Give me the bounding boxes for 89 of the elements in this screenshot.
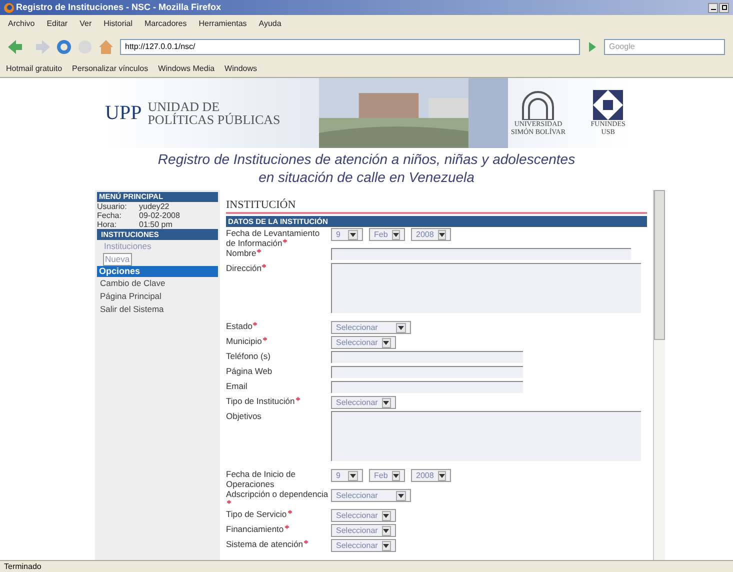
text-field[interactable]: [331, 248, 631, 260]
dropdown-arrow-icon: [438, 230, 446, 240]
select-field[interactable]: 9: [331, 228, 363, 241]
dropdown-arrow-icon: [348, 230, 358, 240]
select-field[interactable]: 9: [331, 469, 363, 482]
menu-item[interactable]: Historial: [104, 18, 133, 30]
field-label: Objetivos: [226, 411, 262, 421]
select-field[interactable]: Seleccionar: [331, 321, 411, 334]
select-field[interactable]: Seleccionar: [331, 396, 396, 409]
field-label: Estado: [226, 321, 252, 331]
info-label: Fecha:: [97, 211, 122, 220]
dropdown-arrow-icon: [392, 470, 400, 480]
select-field[interactable]: Seleccionar: [331, 524, 396, 537]
go-icon[interactable]: [586, 41, 598, 53]
field-label: Adscripción o dependencia: [226, 489, 328, 499]
window-title: Registro de Instituciones - NSC - Mozilla Firefox: [16, 0, 222, 14]
dropdown-arrow-icon: [392, 230, 400, 240]
select-field[interactable]: Seleccionar: [331, 509, 396, 522]
home-icon[interactable]: [98, 39, 114, 55]
text-area[interactable]: [331, 263, 641, 313]
text-field[interactable]: [331, 366, 523, 378]
bookmark-link[interactable]: Hotmail gratuito: [6, 63, 62, 75]
select-field[interactable]: 2008: [411, 469, 451, 482]
select-field[interactable]: Seleccionar: [331, 539, 396, 552]
bookmark-link[interactable]: Windows: [224, 63, 257, 75]
dropdown-arrow-icon: [382, 510, 391, 520]
dropdown-arrow-icon: [382, 338, 391, 348]
text-field[interactable]: [331, 381, 523, 393]
bookmark-link[interactable]: Windows Media: [158, 63, 215, 75]
sidebar-link[interactable]: Cambio de Clave: [99, 277, 166, 290]
text-area[interactable]: [331, 411, 641, 461]
info-label: Usuario:: [97, 202, 128, 211]
search-field[interactable]: Google: [604, 39, 725, 55]
menu-item[interactable]: Marcadores: [144, 18, 187, 30]
select-field[interactable]: Seleccionar: [331, 489, 411, 502]
sidebar-link[interactable]: Instituciones: [103, 240, 152, 253]
field-label: Fecha de Levantamiento de Información: [226, 228, 320, 248]
dropdown-arrow-icon: [438, 470, 446, 480]
logo-text: UPP: [105, 101, 142, 126]
info-label: Hora:: [97, 220, 118, 229]
dropdown-arrow-icon: [396, 322, 406, 332]
page-title: Registro de Instituciones de atención a niños, niñas y adolescentes: [158, 150, 576, 168]
minimize-icon[interactable]: [708, 2, 718, 12]
field-label: Sistema de atención: [226, 539, 304, 549]
menu-item[interactable]: Ayuda: [258, 18, 282, 30]
dropdown-arrow-icon: [396, 490, 406, 500]
dropdown-arrow-icon: [382, 540, 391, 550]
scrollbar[interactable]: [653, 190, 665, 560]
university-logo-icon: [521, 90, 556, 120]
logo-text: POLÍTICAS PÚBLICAS: [148, 113, 280, 126]
field-label: Página Web: [226, 366, 272, 376]
select-field[interactable]: Seleccionar: [331, 336, 396, 349]
menu-item[interactable]: Editar: [46, 18, 68, 30]
sidebar-link[interactable]: Salir del Sistema: [99, 303, 165, 316]
status-bar: Terminado: [0, 560, 733, 572]
restore-icon[interactable]: [719, 2, 729, 12]
field-label: Dirección: [226, 263, 262, 273]
logo-text: UNIDAD DE: [148, 100, 220, 113]
info-value: yudey22: [139, 202, 170, 211]
text-field[interactable]: [331, 351, 523, 363]
form-title: INSTITUCIÓN: [226, 198, 647, 214]
sidebar-link[interactable]: Nueva: [103, 253, 132, 266]
dropdown-arrow-icon: [382, 526, 391, 536]
menu-item[interactable]: Ver: [80, 18, 92, 30]
page-title: en situación de calle en Venezuela: [258, 168, 474, 186]
field-label: Tipo de Servicio: [226, 509, 287, 519]
menu-item[interactable]: Archivo: [8, 18, 35, 30]
field-label: Teléfono (s): [226, 351, 270, 361]
info-value: 01:50 pm: [139, 220, 172, 229]
bookmark-link[interactable]: Personalizar vínculos: [72, 63, 148, 75]
field-label: Nombre: [226, 248, 256, 258]
field-label: Fecha de Inicio de Operaciones: [226, 469, 296, 489]
section-header: Opciones: [97, 266, 218, 277]
field-label: Municipio: [226, 336, 262, 346]
reload-icon[interactable]: [56, 39, 72, 55]
dropdown-arrow-icon: [382, 398, 391, 408]
select-field[interactable]: Feb: [369, 228, 405, 241]
foundation-logo-icon: [593, 90, 624, 120]
field-label: Email: [226, 381, 248, 391]
browser-icon: [4, 2, 14, 12]
sidebar-link[interactable]: Página Principal: [99, 290, 162, 303]
dropdown-arrow-icon: [348, 470, 358, 480]
field-label: Financiamiento: [226, 524, 284, 534]
address-bar[interactable]: http://127.0.0.1/nsc/: [120, 39, 580, 55]
info-value: 09-02-2008: [139, 211, 180, 220]
field-label: Tipo de Institución: [226, 396, 295, 406]
select-field[interactable]: 2008: [411, 228, 451, 241]
select-field[interactable]: Feb: [369, 469, 405, 482]
menu-item[interactable]: Herramientas: [198, 18, 247, 30]
